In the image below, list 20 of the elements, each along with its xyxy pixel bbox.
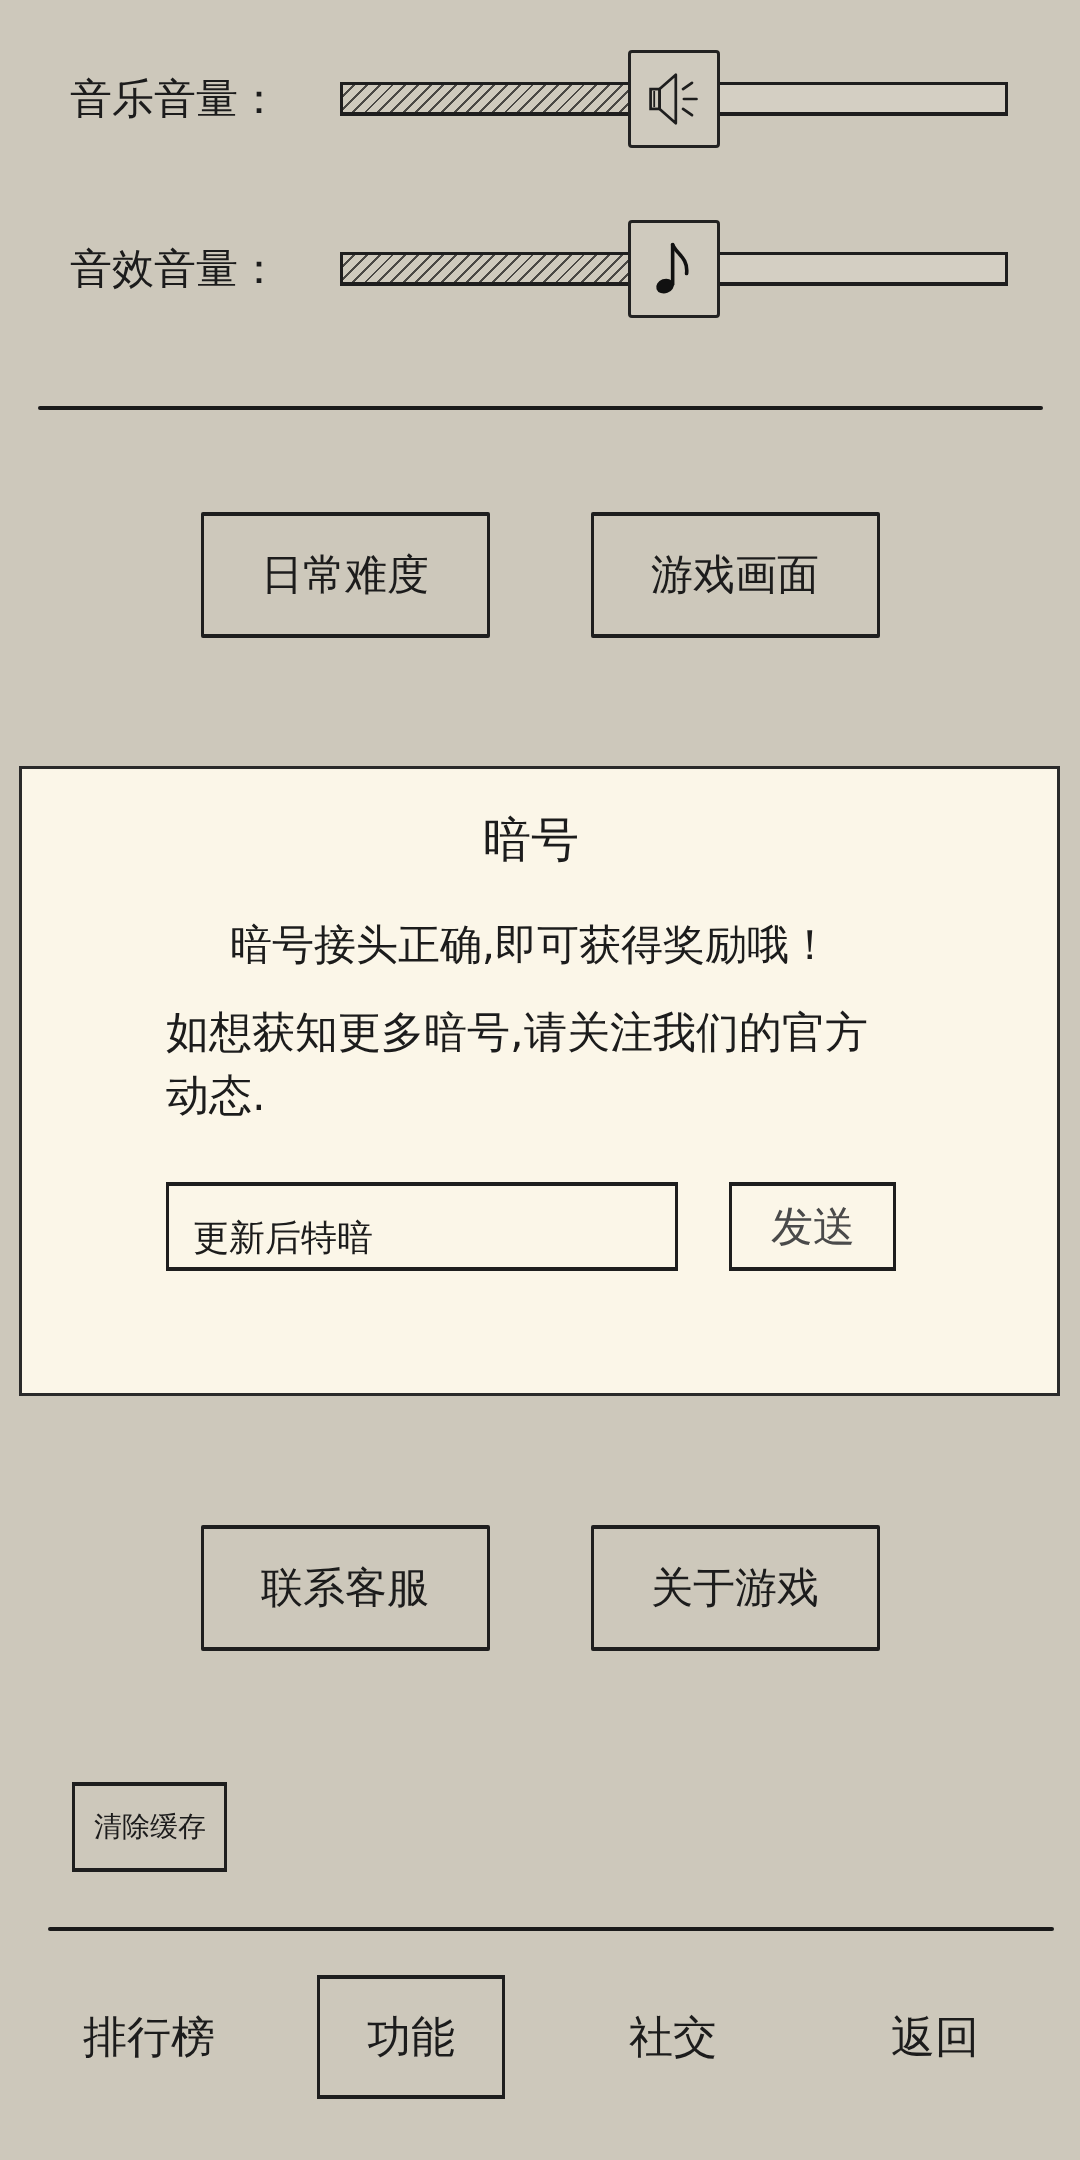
nav-tab[interactable]: 排行榜 [55,1975,243,2099]
dialog-title: 暗号 [481,810,580,869]
clear-cache-button[interactable]: 清除缓存 [72,1782,227,1872]
volume-slider[interactable] [340,50,1008,148]
menu-button[interactable]: 游戏画面 [590,512,880,638]
menu-button[interactable]: 关于游戏 [590,1525,880,1651]
volume-label: 音效音量： [70,244,281,294]
nav-tab[interactable]: 返回 [841,1975,1029,2099]
nav-tab[interactable]: 功能 [317,1975,505,2099]
send-button[interactable]: 发送 [729,1182,896,1271]
menu-button[interactable]: 联系客服 [200,1525,490,1651]
dialog-note: 如想获知更多暗号,请关注我们的官方动态. [166,1006,869,1122]
slider-thumb[interactable] [628,220,720,318]
dialog-message: 暗号接头正确,即可获得奖励哦！ [228,919,833,971]
code-input-field[interactable]: 更新后特暗 [166,1182,678,1271]
nav-tab[interactable]: 社交 [579,1975,767,2099]
menu-button[interactable]: 日常难度 [200,512,490,638]
slider-thumb[interactable] [628,50,720,148]
volume-slider[interactable] [340,220,1008,318]
volume-label: 音乐音量： [70,74,281,124]
